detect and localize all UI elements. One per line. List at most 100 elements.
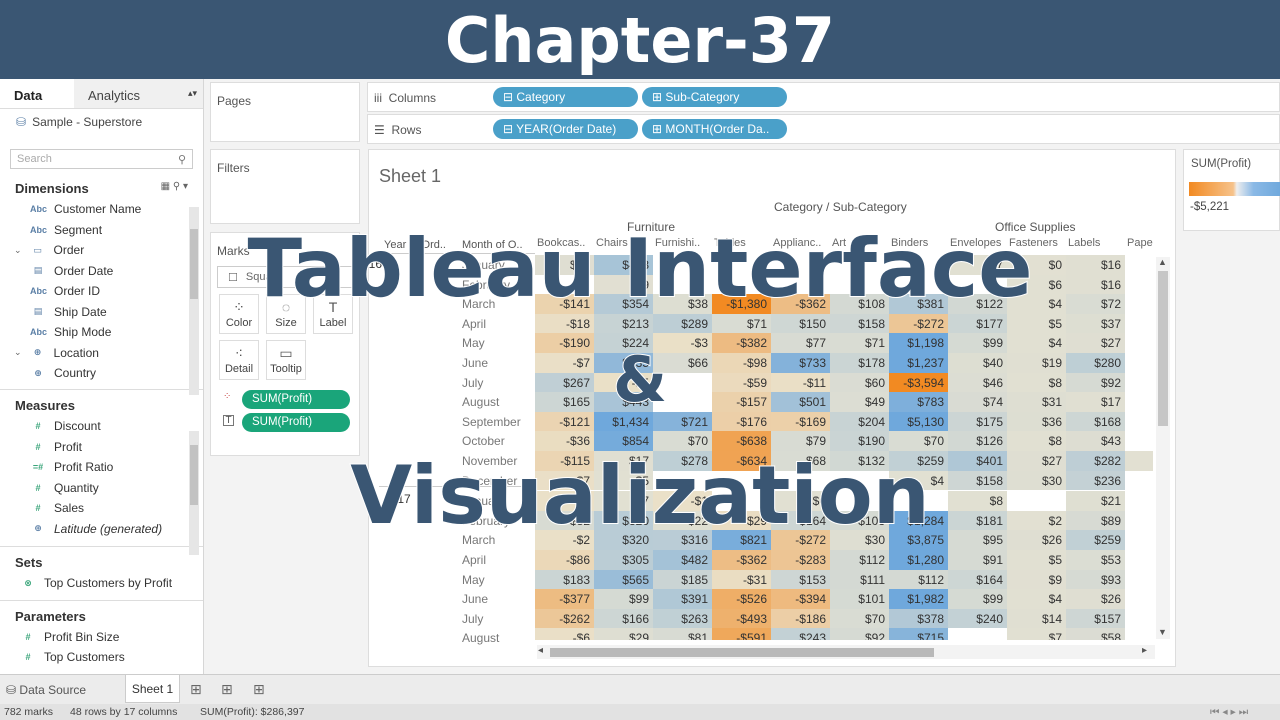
rows-shelf[interactable]: ☰ Rows ⊟ YEAR(Order Date) ⊞ MONTH(Order … xyxy=(367,114,1280,144)
heatmap-cell[interactable]: $224 xyxy=(594,333,653,353)
data-source-tab[interactable]: ⛁ Data Source xyxy=(6,683,86,697)
profit-label-pill[interactable]: SUM(Profit) xyxy=(242,413,350,432)
field-item[interactable]: ⊕ Latitude (generated) xyxy=(0,519,203,540)
heatmap-cell[interactable] xyxy=(653,373,712,393)
heatmap-cell[interactable] xyxy=(1125,609,1153,629)
heatmap-cell[interactable]: $565 xyxy=(594,569,653,590)
label-button[interactable]: T Label xyxy=(313,294,353,334)
heatmap-cell[interactable]: $289 xyxy=(653,313,712,334)
heatmap-cell[interactable]: $2 xyxy=(1007,510,1066,531)
heatmap-cell[interactable] xyxy=(948,275,1007,295)
heatmap-cell[interactable]: $175 xyxy=(948,411,1007,432)
heatmap-cell[interactable]: $71 xyxy=(712,313,771,334)
heatmap-cell[interactable]: -$394 xyxy=(771,589,830,609)
data-source-item[interactable]: ⛁ Sample - Superstore xyxy=(0,109,203,135)
heatmap-cell[interactable]: $183 xyxy=(535,569,594,590)
sub-category-pill[interactable]: ⊞ Sub-Category xyxy=(642,87,787,107)
heatmap-cell[interactable]: $19 xyxy=(1007,353,1066,373)
mark-type-select[interactable]: ☐ Square xyxy=(217,266,353,288)
heatmap-cell[interactable]: $243 xyxy=(771,628,830,640)
heatmap-cell[interactable]: $316 xyxy=(653,530,712,550)
heatmap-cell[interactable]: -$1,380 xyxy=(712,294,771,314)
column-header[interactable]: Envelopes xyxy=(950,237,1007,249)
column-header[interactable]: Tables xyxy=(714,237,771,249)
heatmap-cell[interactable]: $267 xyxy=(535,372,594,393)
heatmap-cell[interactable]: $168 xyxy=(1066,411,1125,432)
heatmap-cell[interactable] xyxy=(771,471,830,491)
heatmap-cell[interactable]: $108 xyxy=(830,294,889,314)
heatmap-cell[interactable] xyxy=(1125,412,1153,432)
heatmap-cell[interactable] xyxy=(1125,353,1153,373)
heatmap-cell[interactable] xyxy=(1125,431,1153,451)
heatmap-cell[interactable] xyxy=(889,491,948,511)
heatmap-cell[interactable] xyxy=(948,628,1007,640)
heatmap-cell[interactable]: -$3 xyxy=(653,333,712,353)
heatmap-cell[interactable]: -$3,594 xyxy=(889,372,948,393)
heatmap-cell[interactable]: $93 xyxy=(1066,569,1125,590)
sets-item[interactable]: ⊗ Top Customers by Profit xyxy=(0,573,203,594)
column-header[interactable]: Fasteners xyxy=(1009,237,1066,249)
heatmap-cell[interactable] xyxy=(653,255,712,275)
heatmap-cell[interactable]: -$169 xyxy=(771,411,830,432)
heatmap-cell[interactable]: $721 xyxy=(653,411,712,432)
heatmap-cell[interactable]: $68 xyxy=(771,451,830,471)
heatmap-cell[interactable] xyxy=(1125,471,1153,491)
heatmap-cell[interactable]: $26 xyxy=(1007,530,1066,550)
heatmap-cell[interactable]: $278 xyxy=(653,451,712,471)
heatmap-cell[interactable]: $6 xyxy=(1007,274,1066,295)
scroll-down-icon[interactable]: ▼ xyxy=(1158,627,1167,637)
field-item[interactable]: ▤ Order Date xyxy=(0,261,203,282)
heatmap-cell[interactable]: $5,130 xyxy=(889,411,948,432)
heatmap-cell[interactable]: $99 xyxy=(948,333,1007,353)
field-item[interactable]: Abc Segment xyxy=(0,220,203,241)
heatmap-cell[interactable]: -$18 xyxy=(535,313,594,334)
heatmap-cell[interactable]: -$1 xyxy=(653,491,712,511)
column-header[interactable]: Furnishi.. xyxy=(655,237,712,249)
heatmap-cell[interactable] xyxy=(1007,491,1066,511)
heatmap-cell[interactable]: $81 xyxy=(653,628,712,640)
heatmap-cell[interactable]: -$5 xyxy=(594,372,653,393)
heatmap-cell[interactable]: $282 xyxy=(1066,451,1125,471)
heatmap-cell[interactable]: $1,284 xyxy=(889,510,948,531)
heatmap-cell[interactable]: -$6 xyxy=(535,628,594,640)
heatmap-cell[interactable] xyxy=(1125,570,1153,590)
heatmap-cell[interactable]: $70 xyxy=(889,431,948,451)
heatmap-cell[interactable]: $1,982 xyxy=(889,589,948,609)
vertical-scrollbar[interactable]: ▲ ▼ xyxy=(1156,257,1170,639)
heatmap-cell[interactable] xyxy=(712,491,771,511)
heatmap-cell[interactable]: $5 xyxy=(1007,313,1066,334)
heatmap-cell[interactable]: $204 xyxy=(830,411,889,432)
column-header[interactable]: Chairs xyxy=(596,237,653,249)
heatmap-cell[interactable] xyxy=(1125,511,1153,531)
heatmap-cell[interactable] xyxy=(1125,589,1153,609)
column-header[interactable]: Bookcas.. xyxy=(537,237,594,249)
heatmap-cell[interactable]: -$190 xyxy=(535,333,594,353)
heatmap-cell[interactable]: $14 xyxy=(1007,608,1066,629)
heatmap-cell[interactable]: $164 xyxy=(771,510,830,531)
parameters-item[interactable]: # Profit Bin Size xyxy=(0,627,203,648)
heatmap-cell[interactable]: $635 xyxy=(594,353,653,373)
heatmap-cell[interactable]: $27 xyxy=(535,255,594,275)
heatmap-cell[interactable]: $17 xyxy=(1066,392,1125,412)
size-button[interactable]: ◌ Size xyxy=(266,294,306,334)
heatmap-cell[interactable]: $150 xyxy=(771,313,830,334)
heatmap-cell[interactable]: -$98 xyxy=(712,353,771,373)
column-header[interactable]: Applianc.. xyxy=(773,237,830,249)
heatmap-cell[interactable]: -$2 xyxy=(535,491,594,511)
heatmap-cell[interactable]: $164 xyxy=(948,569,1007,590)
heatmap-cell[interactable]: $82 xyxy=(535,510,594,531)
heatmap-cell[interactable]: $263 xyxy=(653,608,712,629)
field-item[interactable]: # Discount xyxy=(0,416,203,437)
parameters-item[interactable]: # Top Customers xyxy=(0,647,203,668)
heatmap-cell[interactable]: $1,434 xyxy=(594,411,653,432)
heatmap-cell[interactable]: -$7 xyxy=(535,470,594,491)
column-header[interactable]: Labels xyxy=(1068,237,1125,249)
heatmap-cell[interactable]: $77 xyxy=(771,333,830,353)
heatmap-cell[interactable]: -$638 xyxy=(712,431,771,451)
heatmap-cell[interactable]: $185 xyxy=(653,569,712,590)
heatmap-cell[interactable] xyxy=(771,255,830,275)
heatmap-cell[interactable]: $99 xyxy=(594,589,653,609)
heatmap-cell[interactable]: $40 xyxy=(948,353,1007,373)
heatmap-cell[interactable]: $178 xyxy=(830,353,889,373)
heatmap-cell[interactable]: -$283 xyxy=(771,550,830,570)
